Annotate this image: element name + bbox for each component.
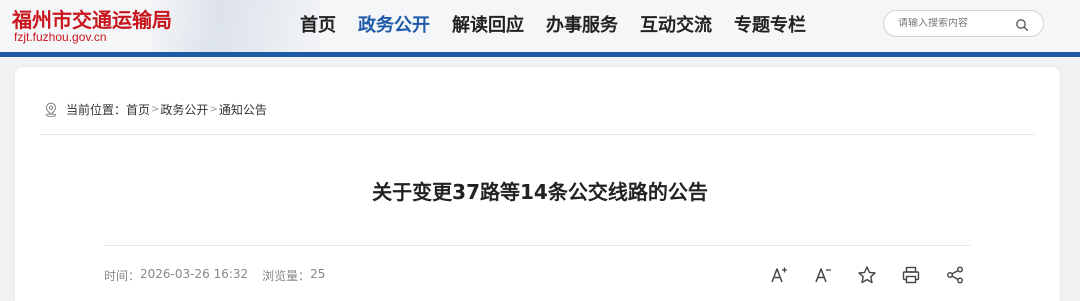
breadcrumb-separator: > bbox=[151, 103, 160, 115]
breadcrumb-item-notices[interactable]: 通知公告 bbox=[219, 101, 267, 118]
nav-item-topics[interactable]: 专题专栏 bbox=[734, 11, 806, 37]
star-icon[interactable] bbox=[854, 262, 880, 288]
print-icon[interactable] bbox=[898, 262, 924, 288]
nav-item-interpretation[interactable]: 解读回应 bbox=[452, 11, 524, 37]
nav-item-services[interactable]: 办事服务 bbox=[546, 11, 618, 37]
search-input[interactable] bbox=[898, 18, 1018, 29]
publish-time: 2026-03-26 16:32 bbox=[140, 267, 249, 281]
site-logo-title[interactable]: 福州市交通运输局 bbox=[12, 4, 172, 33]
share-icon[interactable] bbox=[942, 262, 968, 288]
search-icon[interactable] bbox=[1015, 17, 1029, 32]
article-tools bbox=[766, 262, 968, 288]
breadcrumb-prefix: 当前位置： bbox=[66, 102, 127, 117]
main-nav: 首页 政务公开 解读回应 办事服务 互动交流 专题专栏 bbox=[300, 0, 828, 48]
breadcrumb-divider bbox=[40, 134, 1035, 135]
article-meta: 时间： 2026-03-26 16:32 浏览量： 25 bbox=[104, 267, 325, 284]
site-domain: fzjt.fuzhou.gov.cn bbox=[14, 30, 107, 44]
view-count: 25 bbox=[310, 267, 326, 281]
nav-item-gov-affairs[interactable]: 政务公开 bbox=[358, 11, 430, 37]
breadcrumb-item-home[interactable]: 首页 bbox=[126, 101, 150, 118]
header-decoration bbox=[150, 0, 320, 52]
breadcrumb-item-gov-affairs[interactable]: 政务公开 bbox=[160, 101, 208, 118]
location-pin-icon bbox=[44, 102, 58, 117]
search-box bbox=[883, 10, 1044, 37]
breadcrumb-separator: > bbox=[209, 103, 218, 115]
article-title: 关于变更37路等14条公交线路的公告 bbox=[372, 180, 708, 204]
font-increase-icon[interactable] bbox=[766, 262, 792, 288]
site-header: 福州市交通运输局 fzjt.fuzhou.gov.cn 首页 政务公开 解读回应… bbox=[0, 0, 1080, 52]
publish-time-label: 时间： bbox=[104, 269, 141, 283]
breadcrumb: 当前位置： 首页 > 政务公开 > 通知公告 bbox=[44, 101, 267, 117]
title-divider bbox=[104, 245, 970, 246]
font-decrease-icon[interactable] bbox=[810, 262, 836, 288]
view-count-label: 浏览量： bbox=[262, 269, 311, 283]
nav-item-home[interactable]: 首页 bbox=[300, 11, 336, 37]
nav-item-interaction[interactable]: 互动交流 bbox=[640, 11, 712, 37]
